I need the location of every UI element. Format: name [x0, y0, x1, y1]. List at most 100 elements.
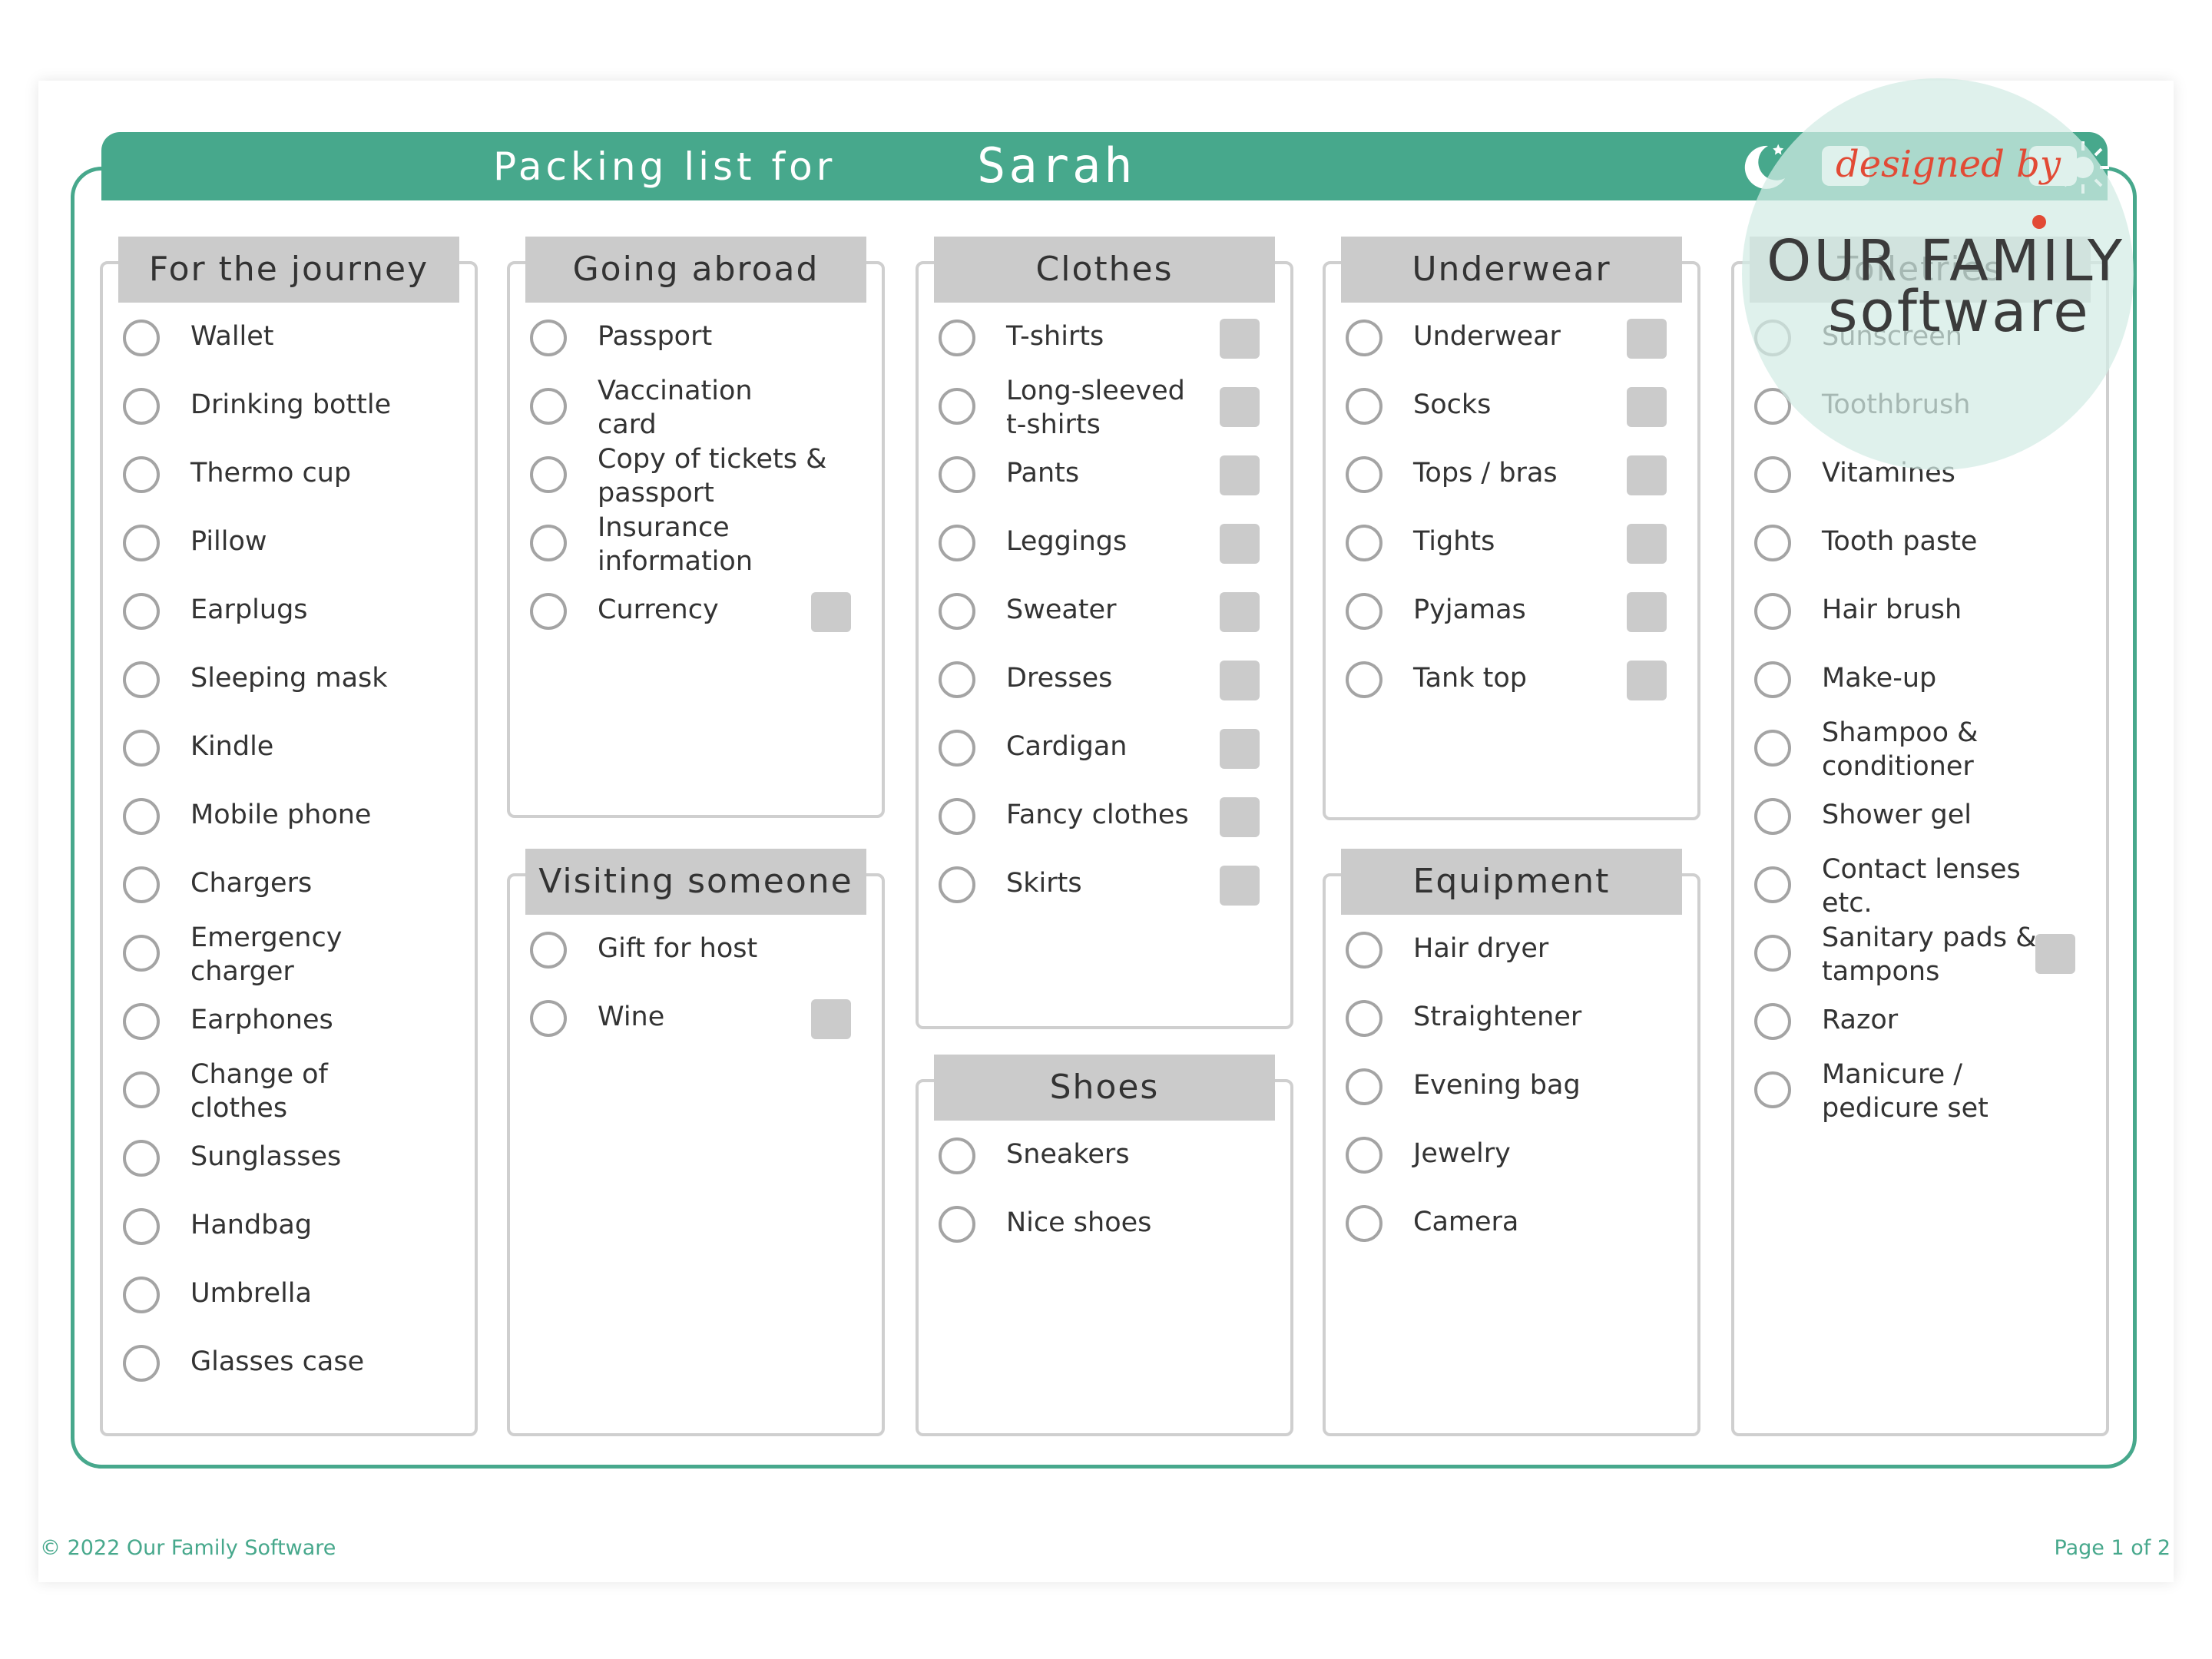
- item-checkbox[interactable]: [123, 661, 160, 698]
- item-label: Nice shoes: [1006, 1207, 1152, 1238]
- item-checkbox[interactable]: [939, 1206, 975, 1243]
- section-title: Visiting someone: [525, 849, 866, 915]
- item-checkbox[interactable]: [1346, 593, 1382, 630]
- item-checkbox[interactable]: [1346, 1137, 1382, 1174]
- item-checkbox[interactable]: [530, 593, 567, 630]
- item-checkbox[interactable]: [123, 1003, 160, 1040]
- item-checkbox[interactable]: [1754, 661, 1791, 698]
- section-title: Equipment: [1341, 849, 1682, 915]
- item-checkbox[interactable]: [939, 525, 975, 561]
- list-item[interactable]: Evening bag: [1346, 1068, 1677, 1157]
- item-checkbox[interactable]: [1754, 525, 1791, 561]
- item-checkbox[interactable]: [123, 525, 160, 561]
- item-checkbox[interactable]: [530, 525, 567, 561]
- page-title: Packing list for: [493, 144, 836, 189]
- item-checkbox[interactable]: [1754, 730, 1791, 767]
- quantity-box[interactable]: [1220, 387, 1260, 427]
- item-checkbox[interactable]: [530, 456, 567, 493]
- item-checkbox[interactable]: [123, 935, 160, 972]
- quantity-box[interactable]: [1220, 592, 1260, 632]
- item-checkbox[interactable]: [939, 866, 975, 903]
- item-checkbox[interactable]: [123, 730, 160, 767]
- item-checkbox[interactable]: [1346, 661, 1382, 698]
- item-label: Tooth paste: [1822, 526, 1978, 557]
- item-checkbox[interactable]: [1346, 456, 1382, 493]
- item-label: Insurance information: [598, 512, 753, 577]
- item-checkbox[interactable]: [1346, 932, 1382, 969]
- list-item[interactable]: Glasses case: [123, 1345, 455, 1434]
- item-checkbox[interactable]: [1754, 1071, 1791, 1108]
- item-checkbox[interactable]: [123, 1208, 160, 1245]
- quantity-box[interactable]: [1627, 455, 1667, 495]
- quantity-box[interactable]: [1220, 319, 1260, 359]
- item-checkbox[interactable]: [1346, 1068, 1382, 1105]
- list-item[interactable]: Manicure / pedicure set: [1754, 1059, 2086, 1161]
- item-checkbox[interactable]: [123, 1277, 160, 1313]
- item-checkbox[interactable]: [939, 388, 975, 425]
- item-checkbox[interactable]: [939, 661, 975, 698]
- list-item[interactable]: Currency: [530, 592, 862, 682]
- item-label: Socks: [1413, 389, 1492, 420]
- item-checkbox[interactable]: [939, 1137, 975, 1174]
- list-item[interactable]: Wine: [530, 999, 862, 1089]
- quantity-box[interactable]: [1220, 661, 1260, 700]
- item-checkbox[interactable]: [123, 388, 160, 425]
- list-item[interactable]: Thermo cup: [123, 456, 455, 545]
- list-item[interactable]: Sanitary pads & tampons: [1754, 922, 2086, 1024]
- quantity-box[interactable]: [1627, 319, 1667, 359]
- item-checkbox[interactable]: [123, 456, 160, 493]
- item-checkbox[interactable]: [123, 1071, 160, 1108]
- item-checkbox[interactable]: [530, 388, 567, 425]
- quantity-box[interactable]: [1627, 524, 1667, 564]
- item-checkbox[interactable]: [123, 866, 160, 903]
- item-checkbox[interactable]: [1346, 320, 1382, 356]
- item-checkbox[interactable]: [123, 1140, 160, 1177]
- quantity-box[interactable]: [811, 592, 851, 632]
- item-label: Leggings: [1006, 526, 1128, 557]
- quantity-box[interactable]: [1220, 455, 1260, 495]
- item-checkbox[interactable]: [123, 798, 160, 835]
- item-checkbox[interactable]: [939, 593, 975, 630]
- item-label: Skirts: [1006, 868, 1082, 899]
- quantity-box[interactable]: [1220, 797, 1260, 837]
- list-item[interactable]: Tank top: [1346, 661, 1677, 750]
- item-checkbox[interactable]: [1346, 388, 1382, 425]
- item-label: Drinking bottle: [190, 389, 392, 420]
- quantity-box[interactable]: [1627, 592, 1667, 632]
- quantity-box[interactable]: [1627, 387, 1667, 427]
- quantity-box[interactable]: [1220, 524, 1260, 564]
- traveler-name[interactable]: Sarah: [977, 138, 1136, 194]
- quantity-box[interactable]: [1220, 729, 1260, 769]
- list-item[interactable]: Nice shoes: [939, 1206, 1270, 1295]
- item-checkbox[interactable]: [1754, 593, 1791, 630]
- item-checkbox[interactable]: [530, 320, 567, 356]
- item-checkbox[interactable]: [1346, 1000, 1382, 1037]
- item-checkbox[interactable]: [123, 320, 160, 356]
- quantity-box[interactable]: [811, 999, 851, 1039]
- item-checkbox[interactable]: [939, 456, 975, 493]
- item-checkbox[interactable]: [530, 932, 567, 969]
- item-checkbox[interactable]: [939, 320, 975, 356]
- item-checkbox[interactable]: [1754, 866, 1791, 903]
- item-checkbox[interactable]: [1754, 1003, 1791, 1040]
- item-checkbox[interactable]: [530, 1000, 567, 1037]
- item-checkbox[interactable]: [1346, 1205, 1382, 1242]
- item-label: Pillow: [190, 526, 267, 557]
- list-item[interactable]: Camera: [1346, 1205, 1677, 1294]
- item-checkbox[interactable]: [1754, 456, 1791, 493]
- item-checkbox[interactable]: [1754, 935, 1791, 972]
- quantity-box[interactable]: [1220, 866, 1260, 906]
- item-checkbox[interactable]: [1754, 798, 1791, 835]
- item-checkbox[interactable]: [939, 730, 975, 767]
- list-item[interactable]: Sleeping mask: [123, 661, 455, 750]
- quantity-box[interactable]: [1627, 661, 1667, 700]
- quantity-box[interactable]: [2035, 934, 2075, 974]
- list-item[interactable]: Skirts: [939, 866, 1270, 955]
- item-checkbox[interactable]: [939, 798, 975, 835]
- item-label: Change of clothes: [190, 1059, 328, 1124]
- item-label: Contact lenses etc.: [1822, 854, 2021, 919]
- item-checkbox[interactable]: [1346, 525, 1382, 561]
- item-checkbox[interactable]: [123, 1345, 160, 1382]
- item-label: Umbrella: [190, 1278, 312, 1309]
- item-checkbox[interactable]: [123, 593, 160, 630]
